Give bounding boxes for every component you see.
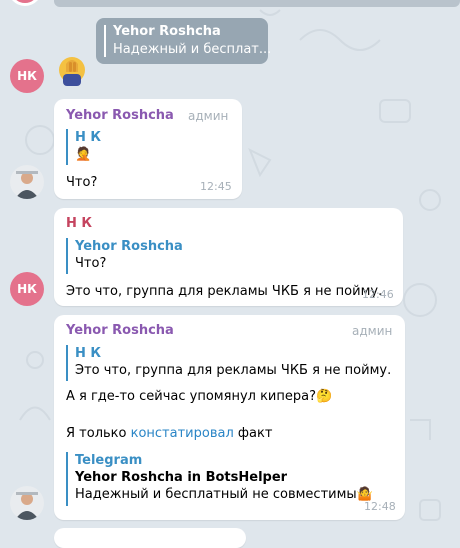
user-photo-icon	[15, 171, 39, 199]
forwarded-preview[interactable]: Telegram Yehor Roshcha in BotsHelper Над…	[66, 452, 373, 506]
reply-name: Yehor Roshcha	[75, 239, 183, 254]
message-text-line: Я только констатировал факт	[66, 425, 272, 442]
message-time: 12:48	[364, 500, 396, 513]
message-bubble[interactable]: Н К Yehor Roshcha Что? Это что, группа д…	[54, 208, 403, 306]
admin-badge: админ	[188, 109, 229, 123]
admin-badge: админ	[352, 324, 393, 338]
reply-name: Н К	[75, 130, 102, 145]
pinned-name: Yehor Roshcha	[113, 24, 221, 39]
reply-quote[interactable]: Н К Это что, группа для рекламы ЧКБ я не…	[66, 345, 391, 381]
sender-name[interactable]: Yehor Roshcha	[66, 323, 174, 338]
reply-name: Н К	[75, 346, 102, 361]
sender-name[interactable]: Yehor Roshcha	[66, 108, 174, 123]
text-segment: Я только	[66, 426, 131, 441]
previous-message-edge	[54, 0, 460, 7]
avatar-initials: НК	[17, 69, 37, 83]
partial-avatar	[8, 0, 42, 6]
facepalm-emoji-icon	[59, 57, 85, 86]
message-text: Что?	[66, 175, 98, 190]
next-message-bubble[interactable]	[54, 528, 246, 548]
avatar[interactable]: НК	[10, 272, 44, 306]
message-bubble[interactable]: Yehor Roshcha админ Н К Это что, группа …	[54, 315, 405, 520]
forward-title: Yehor Roshcha in BotsHelper	[75, 470, 288, 485]
avatar[interactable]: НК	[10, 59, 44, 93]
message-time: 12:45	[200, 180, 232, 193]
message-text-line: А я где-то сейчас упомянул кипера?🤔	[66, 389, 333, 404]
message-time: 12:46	[362, 288, 394, 301]
forward-text: Надежный и бесплатный не совместимы🤷	[75, 487, 373, 502]
message-bubble[interactable]: Yehor Roshcha админ Н К 🤦 Что? 12:45	[54, 99, 242, 199]
user-photo-icon	[15, 492, 39, 520]
pinned-message-preview[interactable]: Yehor Roshcha Надежный и бесплат...	[96, 18, 272, 64]
reply-quote[interactable]: Н К 🤦	[66, 129, 101, 165]
pinned-text: Надежный и бесплат...	[113, 42, 272, 57]
reply-quote[interactable]: Yehor Roshcha Что?	[66, 238, 183, 274]
reply-emoji: 🤦	[75, 147, 92, 162]
reply-text: Это что, группа для рекламы ЧКБ я не пой…	[75, 363, 392, 378]
facepalm-sticker[interactable]	[54, 54, 90, 90]
message-link[interactable]: констатировал	[131, 426, 234, 441]
forward-source: Telegram	[75, 453, 143, 468]
avatar[interactable]	[10, 486, 44, 520]
avatar[interactable]	[10, 165, 44, 199]
sender-name[interactable]: Н К	[66, 216, 92, 231]
pinned-bar	[104, 25, 106, 57]
avatar-initials: НК	[17, 282, 37, 296]
reply-text: Что?	[75, 256, 107, 271]
text-segment: факт	[233, 426, 273, 441]
message-text: Это что, группа для рекламы ЧКБ я не пой…	[66, 284, 383, 299]
